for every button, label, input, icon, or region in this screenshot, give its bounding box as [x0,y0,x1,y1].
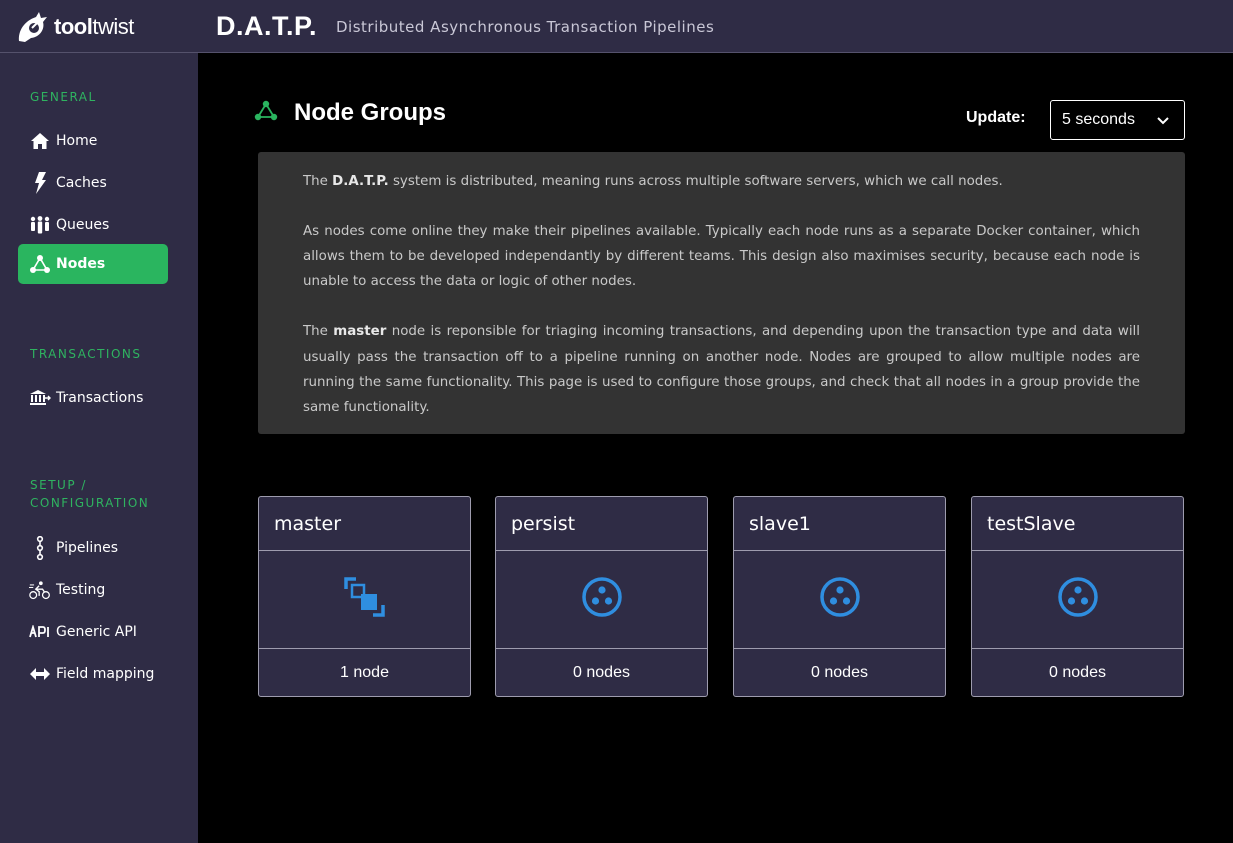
nodes-icon [254,100,278,127]
sidebar-item-label: Transactions [56,390,144,406]
sidebar-section-general: GENERAL [30,90,97,104]
node-cluster-icon [1057,576,1099,623]
update-label: Update: [966,109,1026,126]
node-group-name: master [274,512,342,535]
app-subtitle: Distributed Asynchronous Transaction Pip… [336,18,715,36]
card-header: testSlave [972,497,1183,551]
tooltwist-logo-icon [18,12,47,42]
tooltwist-logo[interactable]: tooltwist [16,11,134,43]
page-heading: Node Groups [254,99,446,127]
update-interval-value: 5 seconds [1062,111,1135,128]
node-count: 0 nodes [573,663,630,681]
sidebar-item-label: Pipelines [56,540,119,556]
sidebar-item-label: Nodes [56,256,106,272]
pipeline-icon [29,536,51,560]
card-footer: 1 node [259,649,470,696]
sidebar-item-generic-api[interactable]: Generic API [18,612,168,652]
sidebar-item-label: Home [56,133,98,149]
node-group-name: testSlave [987,512,1076,535]
bolt-icon [29,172,51,194]
node-count: 0 nodes [811,663,868,681]
sidebar-item-caches[interactable]: Caches [18,163,168,203]
main-content: Node Groups Update: 5 seconds The D.A.T.… [198,53,1233,843]
sidebar-item-nodes[interactable]: Nodes [18,244,168,284]
description-panel: The D.A.T.P. system is distributed, mean… [258,152,1185,434]
arrows-horizontal-icon [29,663,51,685]
home-icon [29,130,51,152]
sidebar-item-transactions[interactable]: Transactions [18,378,168,418]
node-cluster-icon [819,576,861,623]
node-count: 0 nodes [1049,663,1106,681]
node-group-card-master[interactable]: master 1 node [258,496,471,697]
sidebar-item-testing[interactable]: Testing [18,570,168,610]
description-paragraph: The D.A.T.P. system is distributed, mean… [303,174,1003,189]
sidebar-item-label: Generic API [56,624,137,640]
bank-icon [29,387,51,409]
card-header: slave1 [734,497,945,551]
sidebar-item-field-mapping[interactable]: Field mapping [18,654,168,694]
card-footer: 0 nodes [972,649,1183,696]
card-body [972,551,1183,649]
cyclist-icon [29,579,51,601]
node-group-name: slave1 [749,512,811,535]
nodes-icon [29,253,51,275]
sidebar-item-label: Queues [56,217,110,233]
node-group-card-testslave[interactable]: testSlave 0 nodes [971,496,1184,697]
chevron-down-icon [1156,113,1170,132]
app-title: D.A.T.P. [216,11,318,41]
expand-nodes-icon [343,576,387,623]
card-header: master [259,497,470,551]
card-footer: 0 nodes [734,649,945,696]
card-footer: 0 nodes [496,649,707,696]
node-group-card-slave1[interactable]: slave1 0 nodes [733,496,946,697]
sidebar: GENERAL Home Caches Queues Nodes TRANSAC… [0,53,198,843]
card-body [496,551,707,649]
sidebar-section-transactions: TRANSACTIONS [30,347,142,361]
sidebar-section-setup: SETUP / CONFIGURATION [30,478,150,510]
card-body [259,551,470,649]
sidebar-item-home[interactable]: Home [18,121,168,161]
top-bar: tooltwist D.A.T.P. Distributed Asynchron… [0,0,1233,53]
sidebar-item-label: Field mapping [56,666,155,682]
node-group-name: persist [511,512,576,535]
people-icon [29,214,51,236]
description-paragraph: As nodes come online they make their pip… [303,223,1140,290]
card-header: persist [496,497,707,551]
logo-text: tooltwist [54,14,134,39]
update-interval-select[interactable]: 5 seconds [1050,100,1185,140]
sidebar-item-queues[interactable]: Queues [18,205,168,245]
api-icon [29,621,51,643]
sidebar-item-pipelines[interactable]: Pipelines [18,528,168,568]
node-cluster-icon [581,576,623,623]
description-paragraph: The master node is reponsible for triagi… [303,324,1140,416]
node-count: 1 node [340,663,389,681]
node-group-card-persist[interactable]: persist 0 nodes [495,496,708,697]
card-body [734,551,945,649]
sidebar-item-label: Testing [56,582,106,598]
page-title: Node Groups [294,99,447,126]
sidebar-item-label: Caches [56,175,107,191]
